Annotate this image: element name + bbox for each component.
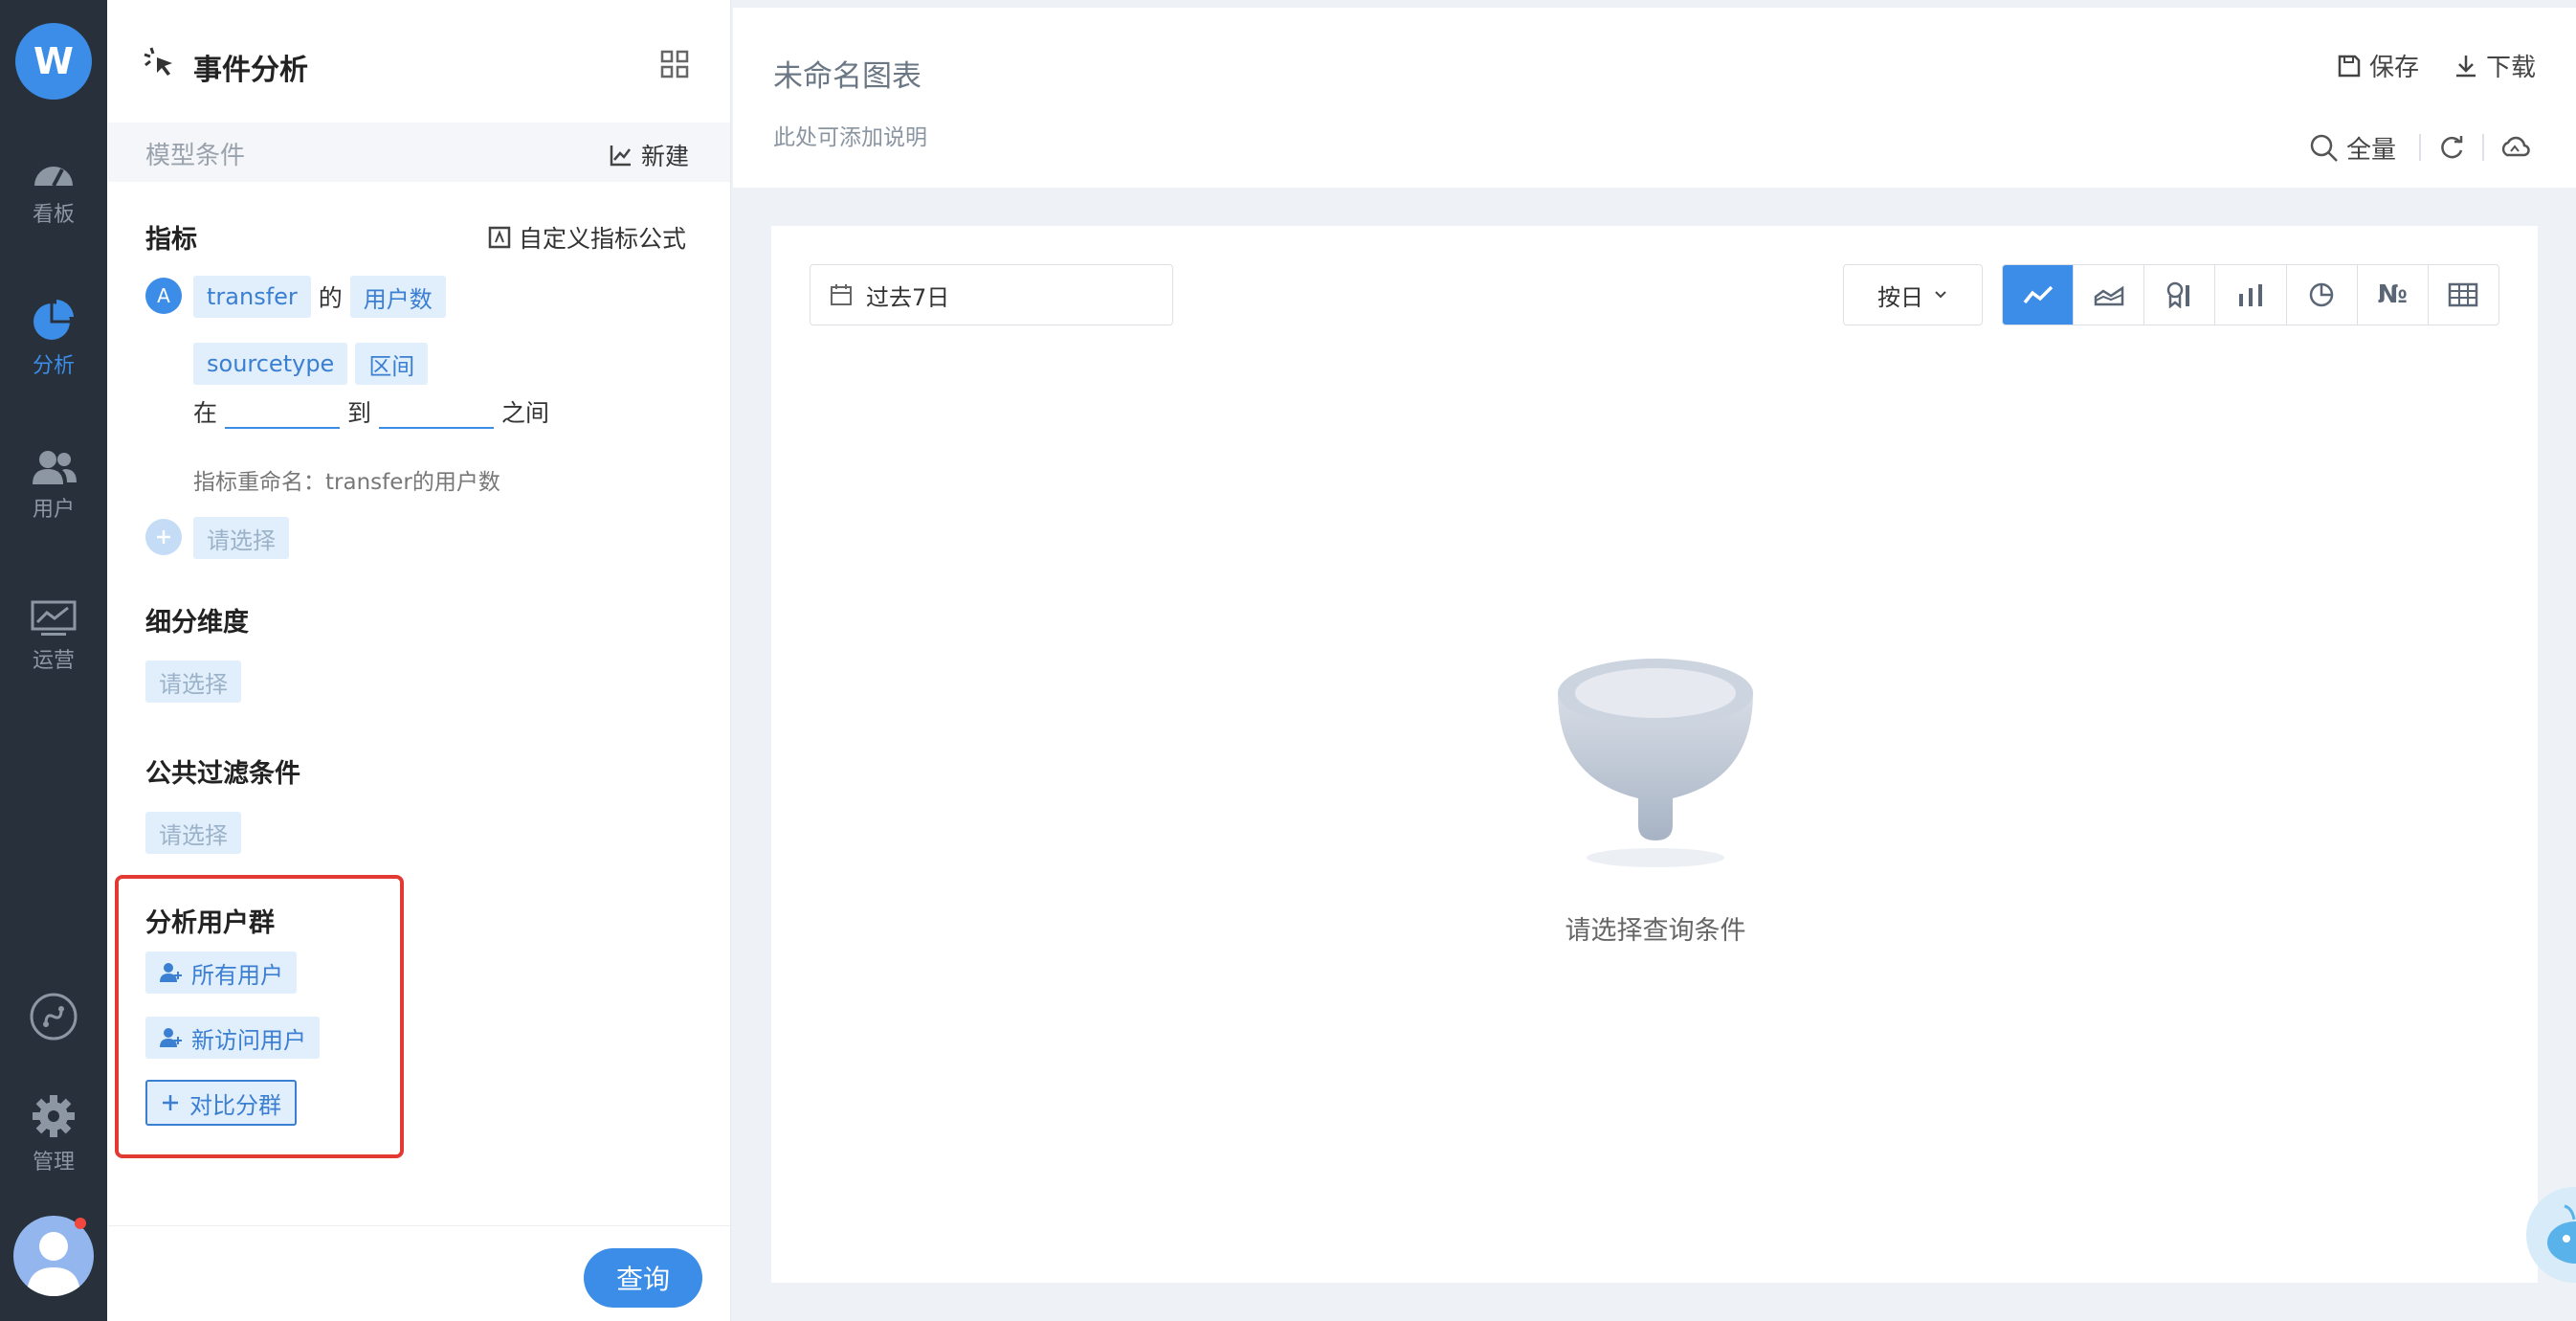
pie-chart-icon (2309, 282, 2334, 307)
range-to-input[interactable] (379, 427, 495, 429)
users-icon (33, 451, 77, 484)
chart-type-line[interactable] (2003, 265, 2075, 325)
chart-title[interactable]: 未命名图表 (773, 52, 922, 95)
breakdown-select[interactable]: 请选择 (145, 660, 241, 703)
ranking-icon (2166, 281, 2189, 308)
whale-icon (2547, 1204, 2576, 1264)
chart-header (733, 8, 2576, 188)
table-icon (2449, 282, 2478, 307)
metric-rename[interactable]: 指标重命名：transfer的用户数 (193, 463, 500, 496)
granularity-label: 按日 (1877, 283, 1923, 311)
funnel-illustration (1550, 636, 1761, 879)
calendar-icon (831, 284, 852, 305)
add-metric-button[interactable] (145, 519, 182, 555)
nav-item-operation[interactable]: 运营 (0, 599, 107, 674)
number-icon: № (2377, 280, 2408, 309)
new-button-label: 新建 (641, 143, 690, 170)
plus-icon (157, 530, 170, 544)
panel-title: 事件分析 (193, 54, 308, 87)
filter-title: 公共过滤条件 (145, 759, 300, 789)
nav-item-label: 用户 (32, 498, 75, 522)
new-button[interactable]: 新建 (609, 138, 689, 172)
nav-item-dashboard[interactable]: 看板 (0, 153, 107, 228)
speedometer-icon (34, 167, 73, 187)
date-range-picker[interactable]: 过去7日 (810, 264, 1173, 325)
refresh-icon[interactable] (2438, 134, 2465, 165)
empty-state-text: 请选择查询条件 (1565, 916, 1746, 946)
chart-type-ranking[interactable] (2144, 265, 2216, 325)
formula-icon (488, 226, 511, 249)
toolbar-divider (2419, 134, 2421, 161)
monitor-chart-icon (31, 600, 77, 636)
range-from-input[interactable] (225, 427, 341, 429)
area-chart-icon (2094, 285, 2123, 306)
measure-select[interactable]: 用户数 (349, 276, 446, 318)
nav-item-settings[interactable]: 管理 (0, 1093, 107, 1175)
add-metric-select[interactable]: 请选择 (193, 517, 289, 559)
chart-type-number[interactable]: № (2358, 265, 2429, 325)
chevron-down-icon (1935, 291, 1946, 299)
search-icon (2310, 134, 2338, 162)
download-button[interactable]: 下载 (2454, 48, 2536, 83)
grid-icon[interactable] (660, 50, 689, 82)
notification-dot (75, 1218, 86, 1229)
link-icon (30, 993, 78, 1041)
sampling-button[interactable]: 全量 (2310, 130, 2396, 166)
save-button[interactable]: 保存 (2337, 48, 2419, 83)
filter-select[interactable]: 请选择 (145, 812, 241, 854)
nav-item-label: 管理 (32, 1151, 75, 1175)
panel-footer-divider (108, 1225, 730, 1226)
custom-formula-label: 自定义指标公式 (519, 225, 687, 253)
in-text: 在 (193, 399, 218, 427)
range-row: 在 到 之间 (193, 394, 549, 429)
save-icon (2338, 55, 2361, 77)
app-logo[interactable]: W (15, 23, 92, 100)
filter-operator-select[interactable]: 区间 (355, 343, 429, 385)
of-text: 的 (318, 284, 343, 312)
nav-item-analysis[interactable]: 分析 (0, 297, 107, 379)
highlight-box (115, 875, 404, 1158)
nav-item-label: 运营 (32, 649, 75, 673)
bar-chart-icon (2238, 284, 2262, 306)
breakdown-title: 细分维度 (145, 608, 249, 638)
metric-filter-row: sourcetype 区间 (193, 343, 429, 385)
filter-property-select[interactable]: sourcetype (193, 343, 348, 385)
between-text: 之间 (501, 399, 550, 427)
metric-badge: A (145, 278, 182, 314)
nav-item-label: 看板 (32, 203, 75, 227)
event-select[interactable]: transfer (193, 276, 311, 318)
metric-row: transfer 的 用户数 (193, 276, 446, 318)
granularity-select[interactable]: 按日 (1843, 264, 1983, 325)
toolbar-divider (2482, 134, 2484, 161)
metrics-title: 指标 (145, 225, 197, 255)
nav-item-label: 分析 (32, 354, 75, 378)
line-chart-icon (2023, 285, 2053, 304)
chart-type-bar[interactable] (2215, 265, 2287, 325)
assistant-mascot[interactable] (2526, 1187, 2576, 1283)
sampling-label: 全量 (2346, 136, 2397, 165)
nav-item-link[interactable] (0, 992, 107, 1041)
cursor-click-icon (144, 46, 176, 82)
save-label: 保存 (2369, 54, 2420, 82)
chart-description[interactable]: 此处可添加说明 (773, 119, 927, 151)
custom-formula-button[interactable]: 自定义指标公式 (488, 220, 686, 255)
query-button[interactable]: 查询 (584, 1248, 702, 1308)
chart-type-table[interactable] (2429, 265, 2498, 325)
pie-chart-icon (33, 300, 74, 340)
gear-icon (33, 1095, 75, 1137)
nav-item-users[interactable]: 用户 (0, 448, 107, 523)
cloud-sync-icon[interactable] (2499, 134, 2530, 165)
top-strip (733, 0, 2576, 8)
chart-type-area[interactable] (2074, 265, 2145, 325)
chart-type-switcher: № (2002, 264, 2499, 325)
to-text: 到 (347, 399, 372, 427)
date-range-label: 过去7日 (866, 283, 950, 311)
model-condition-label: 模型条件 (145, 142, 246, 170)
chart-type-pie[interactable] (2287, 265, 2358, 325)
new-chart-icon (610, 146, 631, 167)
download-icon (2456, 55, 2476, 77)
download-label: 下载 (2486, 54, 2537, 82)
